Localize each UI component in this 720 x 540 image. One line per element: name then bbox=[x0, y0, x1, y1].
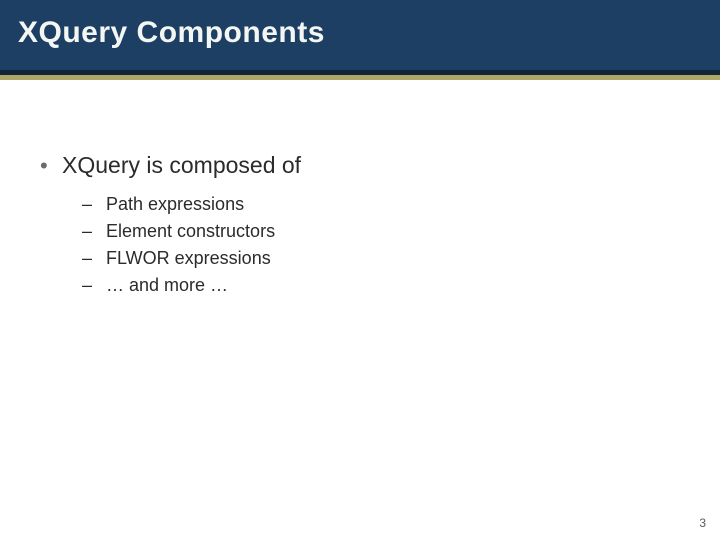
dash-icon: – bbox=[82, 218, 106, 245]
dash-icon: – bbox=[82, 191, 106, 218]
sub-list: – Path expressions – Element constructor… bbox=[40, 191, 301, 299]
sub-item-text: Element constructors bbox=[106, 218, 275, 245]
dash-icon: – bbox=[82, 272, 106, 299]
page-number: 3 bbox=[699, 516, 706, 530]
sub-item-text: Path expressions bbox=[106, 191, 244, 218]
bullet-text: XQuery is composed of bbox=[62, 150, 301, 181]
list-item: – FLWOR expressions bbox=[82, 245, 301, 272]
slide-content: • XQuery is composed of – Path expressio… bbox=[40, 150, 301, 299]
sub-item-text: FLWOR expressions bbox=[106, 245, 271, 272]
dash-icon: – bbox=[82, 245, 106, 272]
list-item: – Path expressions bbox=[82, 191, 301, 218]
bullet-row: • XQuery is composed of bbox=[40, 150, 301, 181]
list-item: – … and more … bbox=[82, 272, 301, 299]
title-underline-olive bbox=[0, 75, 720, 80]
list-item: – Element constructors bbox=[82, 218, 301, 245]
sub-item-text: … and more … bbox=[106, 272, 228, 299]
bullet-marker: • bbox=[40, 151, 62, 181]
slide-title: XQuery Components bbox=[18, 16, 325, 50]
